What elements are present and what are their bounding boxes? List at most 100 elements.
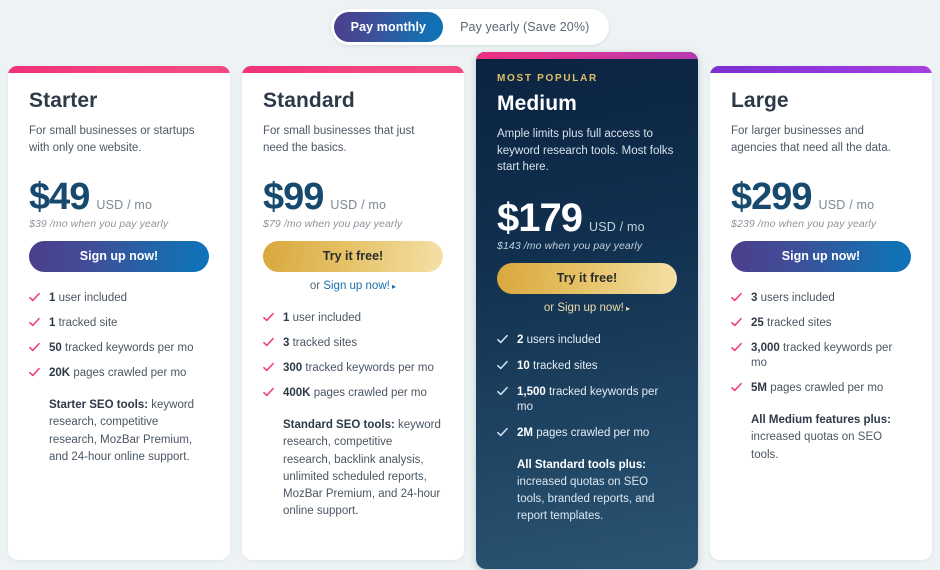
toggle-option-monthly[interactable]: Pay monthly xyxy=(333,12,444,42)
footnote-heading: All Medium features plus: xyxy=(751,414,891,427)
feature-label: users included xyxy=(526,334,601,347)
pricing-card-starter: Starter For small businesses or startups … xyxy=(8,66,230,560)
check-icon xyxy=(497,360,508,371)
feature-label: user included xyxy=(58,292,128,305)
price-amount: $49 xyxy=(29,176,90,219)
check-icon xyxy=(29,367,40,378)
feature-value: 25 xyxy=(751,317,764,330)
secondary-cta-link-standard[interactable]: Sign up now! xyxy=(323,280,390,292)
feature-label: tracked sites xyxy=(767,317,832,330)
price-unit: USD / mo xyxy=(818,198,875,213)
feature-item: 1 user included xyxy=(29,291,209,306)
feature-text: 3 users included xyxy=(751,291,835,306)
chevron-right-icon: ▸ xyxy=(389,282,397,292)
feature-text: 1 user included xyxy=(283,311,361,326)
card-body: MOST POPULAR Medium Ample limits plus full… xyxy=(476,59,698,546)
price-amount: $179 xyxy=(497,196,583,241)
check-icon xyxy=(263,387,274,398)
feature-item: 2M pages crawled per mo xyxy=(497,426,677,441)
plan-name: Starter xyxy=(29,89,98,112)
feature-label: pages crawled per mo xyxy=(313,387,427,400)
feature-value: 2 xyxy=(517,334,524,347)
pricing-card-large: Large For larger businesses and agencies … xyxy=(710,66,932,560)
feature-text: 50 tracked keywords per mo xyxy=(49,341,193,356)
feature-item: 1 tracked site xyxy=(29,316,209,331)
feature-item: 20K pages crawled per mo xyxy=(29,366,209,381)
footnote-body: increased quotas on SEO tools. xyxy=(751,431,883,461)
feature-label: users included xyxy=(760,292,835,305)
feature-text: 3 tracked sites xyxy=(283,336,357,351)
check-icon xyxy=(263,362,274,373)
plan-name: Medium xyxy=(497,92,577,115)
plan-name: Large xyxy=(731,89,789,112)
price-unit: USD / mo xyxy=(330,198,387,213)
feature-label: pages crawled per mo xyxy=(73,367,187,380)
yearly-price-note: $239 /mo when you pay yearly xyxy=(731,218,877,231)
plan-footnote: All Medium features plus: increased quot… xyxy=(731,412,911,464)
feature-item: 300 tracked keywords per mo xyxy=(263,361,443,376)
feature-list: 1 user included 3 tracked sites 300 tracke… xyxy=(263,311,443,401)
card-accent-bar xyxy=(8,66,230,73)
feature-value: 50 xyxy=(49,342,62,355)
most-popular-badge: MOST POPULAR xyxy=(497,73,598,84)
price-amount: $99 xyxy=(263,176,324,219)
footnote-heading: All Standard tools plus: xyxy=(517,458,647,471)
feature-text: 1 tracked site xyxy=(49,316,117,331)
chevron-right-icon: ▸ xyxy=(623,304,631,314)
feature-label: tracked sites xyxy=(533,359,598,372)
price-row: $49 USD / mo xyxy=(29,178,209,216)
price-amount: $299 xyxy=(731,176,813,219)
feature-item: 25 tracked sites xyxy=(731,316,911,331)
feature-text: 400K pages crawled per mo xyxy=(283,386,427,401)
check-icon xyxy=(731,292,742,303)
card-accent-bar xyxy=(476,52,698,59)
primary-cta-button-standard[interactable]: Try it free! xyxy=(263,241,443,273)
feature-label: tracked site xyxy=(58,317,118,330)
toggle-option-yearly[interactable]: Pay yearly (Save 20%) xyxy=(443,12,606,42)
check-icon xyxy=(29,292,40,303)
billing-toggle-container: Pay monthly Pay yearly (Save 20%) xyxy=(0,9,940,45)
feature-value: 3 xyxy=(283,337,290,350)
check-icon xyxy=(731,382,742,393)
check-icon xyxy=(263,337,274,348)
card-accent-bar xyxy=(242,66,464,73)
check-icon xyxy=(29,317,40,328)
feature-text: 1,500 tracked keywords per mo xyxy=(517,385,677,415)
secondary-cta-link-medium[interactable]: Sign up now! xyxy=(557,302,624,314)
price-unit: USD / mo xyxy=(588,220,645,235)
feature-item: 2 users included xyxy=(497,333,677,348)
footnote-heading: Standard SEO tools: xyxy=(283,419,395,432)
yearly-price-note: $39 /mo when you pay yearly xyxy=(29,218,169,231)
check-icon xyxy=(731,317,742,328)
feature-list: 3 users included 25 tracked sites 3,000 tr… xyxy=(731,291,911,396)
feature-item: 50 tracked keywords per mo xyxy=(29,341,209,356)
feature-label: pages crawled per mo xyxy=(770,382,884,395)
feature-label: pages crawled per mo xyxy=(536,426,650,439)
price-unit: USD / mo xyxy=(96,198,153,213)
feature-value: 10 xyxy=(517,359,530,372)
billing-toggle[interactable]: Pay monthly Pay yearly (Save 20%) xyxy=(330,9,610,45)
check-icon xyxy=(497,386,508,397)
feature-value: 1 xyxy=(283,312,290,325)
feature-item: 3,000 tracked keywords per mo xyxy=(731,341,911,371)
yearly-price-note: $143 /mo when you pay yearly xyxy=(497,240,643,253)
footnote-body: increased quotas on SEO tools, branded r… xyxy=(517,475,655,523)
plan-footnote: Standard SEO tools: keyword research, co… xyxy=(263,417,443,521)
feature-item: 1 user included xyxy=(263,311,443,326)
pricing-card-standard: Standard For small businesses that just n… xyxy=(242,66,464,560)
feature-value: 5M xyxy=(751,382,767,395)
check-icon xyxy=(497,334,508,345)
secondary-cta-row: or Sign up now! ▸ xyxy=(497,302,677,314)
feature-label: tracked sites xyxy=(292,337,358,350)
primary-cta-button-large[interactable]: Sign up now! xyxy=(731,241,911,273)
check-icon xyxy=(263,312,274,323)
card-body: Large For larger businesses and agencies … xyxy=(710,73,932,484)
primary-cta-button-medium[interactable]: Try it free! xyxy=(497,263,677,295)
feature-text: 3,000 tracked keywords per mo xyxy=(751,341,911,371)
feature-item: 3 tracked sites xyxy=(263,336,443,351)
primary-cta-button-starter[interactable]: Sign up now! xyxy=(29,241,209,273)
plan-description: Ample limits plus full access to keyword… xyxy=(497,128,674,174)
feature-text: 20K pages crawled per mo xyxy=(49,366,186,381)
plan-description: For larger businesses and agencies that … xyxy=(731,125,891,154)
feature-item: 400K pages crawled per mo xyxy=(263,386,443,401)
